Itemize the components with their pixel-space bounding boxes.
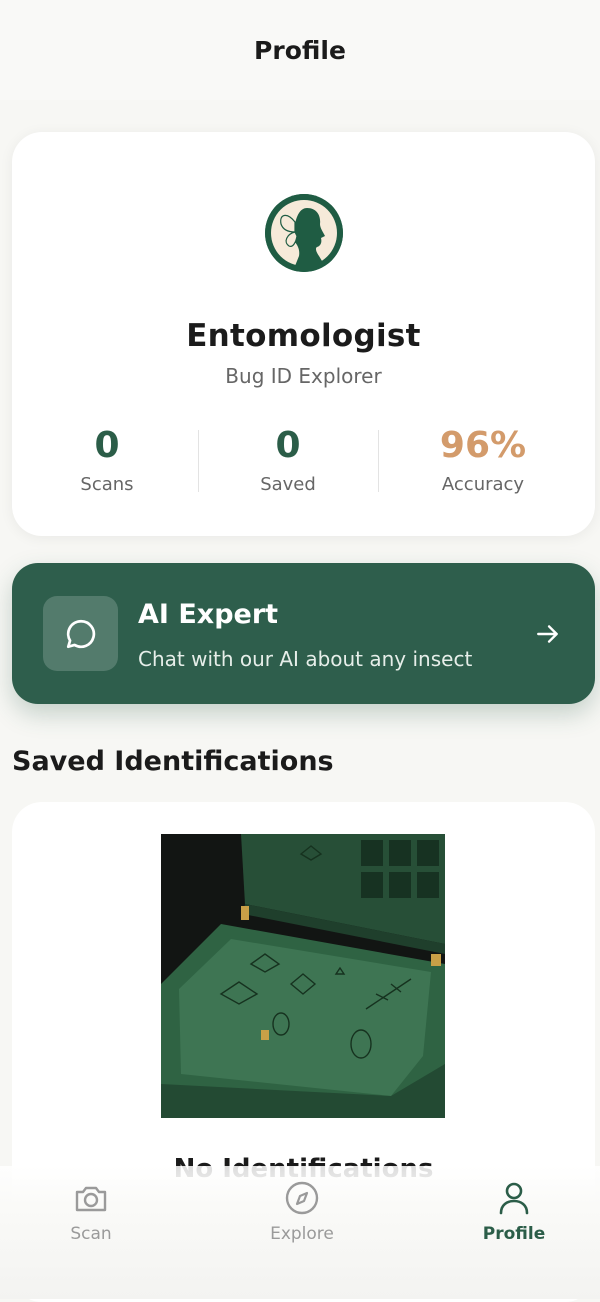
tab-explore-label: Explore: [270, 1224, 334, 1244]
stats-row: 0 Scans 0 Saved 96% Accuracy: [12, 424, 595, 504]
ai-expert-icon-box: [43, 596, 118, 671]
user-icon: [499, 1182, 529, 1215]
stat-accuracy-value: 96%: [439, 425, 527, 466]
stat-saved-value: 0: [275, 425, 301, 466]
stat-accuracy: 96% Accuracy: [393, 424, 573, 495]
stat-scans-value: 0: [94, 425, 120, 466]
butterfly-woman-logo-icon: [265, 194, 343, 272]
stat-scans-label: Scans: [80, 474, 134, 495]
avatar: [265, 194, 343, 272]
tab-scan-label: Scan: [70, 1224, 112, 1244]
top-bar: Profile: [0, 0, 600, 100]
profile-subtitle: Bug ID Explorer: [225, 364, 382, 388]
chat-bubble-icon: [66, 619, 95, 648]
tab-profile-label: Profile: [482, 1224, 546, 1244]
stat-saved-label: Saved: [260, 474, 316, 495]
specimen-box-image: [161, 834, 445, 1118]
ai-expert-subtitle: Chat with our AI about any insect: [138, 647, 473, 671]
stat-accuracy-label: Accuracy: [441, 474, 525, 495]
arrow-right-icon[interactable]: [535, 621, 561, 647]
bottom-tab-bar: Scan Explore Profile: [0, 1166, 600, 1299]
profile-name: Entomologist: [186, 318, 421, 354]
camera-icon: [75, 1186, 107, 1212]
compass-icon: [285, 1181, 319, 1215]
tab-explore[interactable]: Explore: [242, 1178, 362, 1244]
stat-scans: 0 Scans: [17, 424, 197, 495]
saved-section-title: Saved Identifications: [12, 746, 334, 777]
tab-profile[interactable]: Profile: [454, 1178, 574, 1244]
stat-saved: 0 Saved: [198, 424, 378, 495]
stat-divider: [378, 430, 379, 492]
tab-scan[interactable]: Scan: [31, 1178, 151, 1244]
profile-card: Entomologist Bug ID Explorer 0 Scans 0 S…: [12, 132, 595, 536]
page-title: Profile: [254, 35, 346, 65]
ai-expert-card[interactable]: AI Expert Chat with our AI about any ins…: [12, 563, 595, 704]
ai-expert-title: AI Expert: [138, 599, 279, 630]
